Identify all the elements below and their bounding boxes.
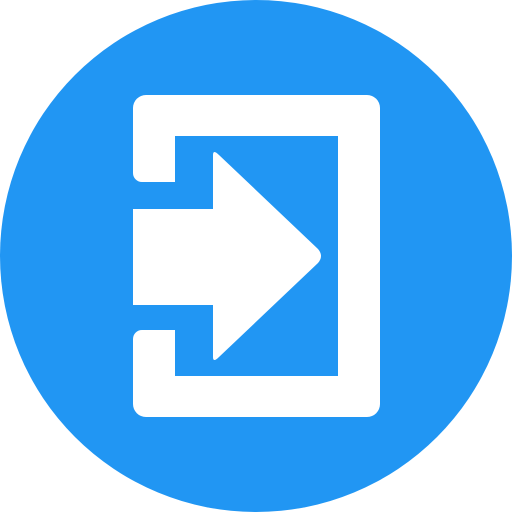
login-icon-canvas	[0, 0, 512, 512]
login-icon[interactable]	[0, 0, 512, 512]
